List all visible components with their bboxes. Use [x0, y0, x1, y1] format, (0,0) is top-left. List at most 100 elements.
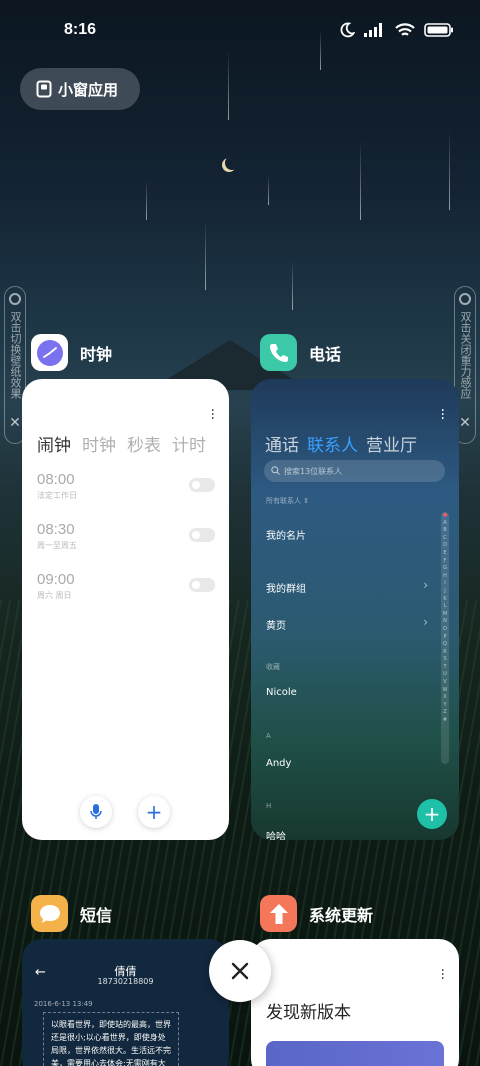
clear-all-button[interactable] — [209, 940, 271, 1002]
floating-window-icon — [36, 80, 52, 98]
alphabet-letter[interactable]: Y — [441, 702, 449, 710]
close-icon[interactable]: ✕ — [459, 415, 471, 431]
section-a: A — [266, 732, 271, 740]
battery-icon — [424, 23, 453, 37]
right-hint-text: 双击关闭重力感应 — [459, 311, 472, 399]
alarm-item[interactable]: 08:30 周一至周五 — [37, 521, 215, 561]
update-banner — [266, 1041, 444, 1066]
phone-tabs: 通话 联系人 营业厅 — [265, 431, 417, 456]
alphabet-letter[interactable]: H — [441, 573, 449, 581]
tab-calls[interactable]: 通话 — [265, 431, 299, 456]
plus-icon: + — [423, 802, 441, 826]
more-icon[interactable]: · · · — [441, 964, 445, 986]
tab-timer[interactable]: 计时 — [172, 431, 206, 456]
alphabet-letter[interactable]: S — [441, 656, 449, 664]
more-icon[interactable]: · · · — [441, 404, 445, 426]
alphabet-letter[interactable]: V — [441, 679, 449, 687]
alarm-toggle[interactable] — [189, 578, 215, 592]
alarm-item[interactable]: 09:00 周六 周日 — [37, 571, 215, 611]
plus-icon: + — [145, 800, 163, 824]
tab-service-hall[interactable]: 营业厅 — [366, 431, 417, 456]
alphabet-letter[interactable]: M — [441, 611, 449, 619]
alphabet-letter[interactable]: D — [441, 542, 449, 550]
mic-icon — [90, 804, 102, 819]
alarm-subtitle: 周六 周日 — [37, 591, 72, 600]
alphabet-letter[interactable]: Z — [441, 709, 449, 717]
hint-dot-icon — [9, 293, 21, 305]
tab-stopwatch[interactable]: 秒表 — [127, 431, 161, 456]
alphabet-letter[interactable]: Q — [441, 641, 449, 649]
chevron-right-icon: › — [423, 578, 428, 592]
sms-app-name: 短信 — [80, 905, 113, 925]
alphabet-letter[interactable]: G — [441, 565, 449, 573]
alphabet-letter[interactable]: X — [441, 694, 449, 702]
signal-icon — [364, 23, 382, 37]
left-hint-text: 双击切换壁纸效果 — [9, 311, 22, 399]
alphabet-letter[interactable]: U — [441, 671, 449, 679]
alphabet-letter[interactable]: L — [441, 603, 449, 611]
alphabet-letter[interactable]: I — [441, 580, 449, 588]
floating-window-button[interactable]: 小窗应用 — [20, 68, 140, 110]
add-alarm-button[interactable]: + — [138, 796, 170, 828]
section-h: H — [266, 802, 272, 810]
contact-search-input[interactable]: 搜索13位联系人 — [264, 460, 445, 482]
sms-app-header[interactable]: 短信 — [31, 895, 112, 932]
tab-clock[interactable]: 时钟 — [82, 431, 116, 456]
moon-decoration — [225, 156, 239, 170]
add-contact-button[interactable]: + — [417, 799, 447, 829]
tab-alarm[interactable]: 闹钟 — [37, 431, 71, 456]
update-app-icon — [260, 895, 297, 932]
moon-icon — [340, 22, 355, 38]
chevron-right-icon: › — [423, 615, 428, 629]
clock-app-name: 时钟 — [80, 344, 113, 364]
status-time: 8:16 — [64, 21, 97, 38]
sms-contact-number: 18730218809 — [97, 977, 154, 986]
alphabet-letter[interactable]: R — [441, 649, 449, 657]
update-app-card[interactable]: · · · 发现新版本 — [251, 939, 459, 1066]
alphabet-index[interactable]: ● A B C D E F G H I J K L M N O P Q R S T U V W X Y Z # — [441, 512, 449, 764]
alarm-toggle[interactable] — [189, 478, 215, 492]
alphabet-letter[interactable]: E — [441, 550, 449, 558]
alphabet-letter[interactable]: P — [441, 634, 449, 642]
alphabet-letter[interactable]: C — [441, 535, 449, 543]
contact-row[interactable]: Nicole — [266, 687, 428, 698]
phone-app-card[interactable]: · · · 通话 联系人 营业厅 搜索13位联系人 所有联系人 ⇕ 我的名片 我的群… — [251, 379, 459, 840]
contact-row[interactable]: 哈哈 — [266, 828, 428, 840]
phone-app-name: 电话 — [309, 344, 342, 364]
alphabet-letter[interactable]: T — [441, 664, 449, 672]
phone-app-header[interactable]: 电话 — [260, 334, 341, 371]
alphabet-letter[interactable]: # — [441, 717, 449, 725]
yellow-pages-row[interactable]: 黄页 › — [266, 615, 428, 632]
close-icon[interactable]: ✕ — [9, 415, 21, 431]
alarm-subtitle: 周一至周五 — [37, 541, 77, 550]
alphabet-letter[interactable]: J — [441, 588, 449, 596]
alarm-toggle[interactable] — [189, 528, 215, 542]
clock-app-card[interactable]: · · · 闹钟 时钟 秒表 计时 08:00 法定工作日 08:30 周一至周五 … — [22, 379, 229, 840]
section-favorites: 收藏 — [266, 663, 280, 671]
alphabet-letter[interactable]: W — [441, 687, 449, 695]
alphabet-letter[interactable]: A — [441, 520, 449, 528]
alarm-item[interactable]: 08:00 法定工作日 — [37, 471, 215, 511]
my-card-row[interactable]: 我的名片 — [266, 527, 428, 542]
status-bar: 8:16 — [0, 0, 480, 62]
tab-contacts[interactable]: 联系人 — [307, 431, 358, 456]
all-contacts-filter[interactable]: 所有联系人 ⇕ — [266, 496, 309, 506]
alarm-subtitle: 法定工作日 — [37, 491, 77, 500]
more-icon[interactable]: · · · — [211, 404, 215, 426]
update-app-name: 系统更新 — [309, 905, 374, 925]
alphabet-letter[interactable]: O — [441, 626, 449, 634]
alphabet-letter[interactable]: K — [441, 596, 449, 604]
floating-window-label: 小窗应用 — [58, 80, 119, 99]
sms-app-icon — [31, 895, 68, 932]
alphabet-letter[interactable]: N — [441, 618, 449, 626]
wifi-icon — [395, 22, 415, 36]
update-app-header[interactable]: 系统更新 — [260, 895, 373, 932]
voice-button[interactable] — [80, 796, 112, 828]
alphabet-letter[interactable]: F — [441, 558, 449, 566]
contact-row[interactable]: Andy — [266, 758, 428, 769]
alphabet-letter[interactable]: B — [441, 527, 449, 535]
clock-app-header[interactable]: 时钟 — [31, 334, 112, 371]
my-groups-row[interactable]: 我的群组 › — [266, 578, 428, 595]
clock-app-icon — [31, 334, 68, 371]
sms-app-card[interactable]: ← 倩倩 18730218809 2016-6-13 13:49 以眼看世界，即… — [22, 939, 229, 1066]
